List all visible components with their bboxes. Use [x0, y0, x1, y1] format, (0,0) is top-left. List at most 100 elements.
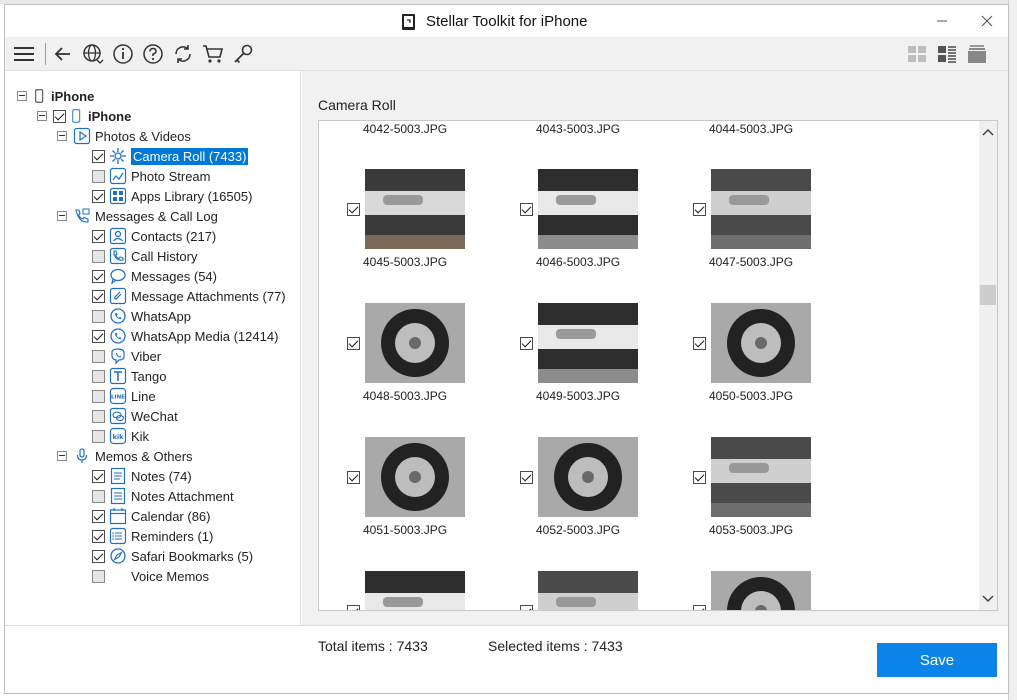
photo-gallery[interactable]: 4042-5003.JPG 4043-5003.JPG 4044-5003.JPG …: [318, 120, 998, 611]
photo-tile[interactable]: 4045-5003.JPG: [319, 169, 469, 269]
photo-checkbox[interactable]: [520, 203, 533, 216]
tree-item[interactable]: Messages (54): [92, 266, 217, 286]
stack-view-icon[interactable]: [965, 42, 989, 66]
tree-item[interactable]: LINE Line: [92, 386, 156, 406]
tree-device[interactable]: iPhone: [37, 106, 131, 126]
tree-item[interactable]: Photo Stream: [92, 166, 211, 186]
photo-tile[interactable]: 4052-5003.JPG: [492, 437, 642, 537]
photo-tile[interactable]: 4051-5003.JPG: [319, 437, 469, 537]
device-checkbox[interactable]: [53, 109, 66, 123]
back-icon[interactable]: [51, 42, 75, 66]
globe-icon[interactable]: [81, 42, 105, 66]
help-icon[interactable]: [141, 42, 165, 66]
tree-item[interactable]: Calendar (86): [92, 506, 211, 526]
tree-item[interactable]: Notes Attachment: [92, 486, 234, 506]
item-checkbox[interactable]: [92, 409, 105, 423]
photo-tile[interactable]: 4049-5003.JPG: [492, 303, 642, 403]
tree-item[interactable]: Message Attachments (77): [92, 286, 286, 306]
tree-item[interactable]: Notes (74): [92, 466, 192, 486]
tree-item[interactable]: Reminders (1): [92, 526, 213, 546]
scroll-up-icon[interactable]: [979, 125, 997, 141]
item-checkbox[interactable]: [92, 469, 105, 483]
tree-item[interactable]: WeChat: [92, 406, 178, 426]
scrollbar-thumb[interactable]: [980, 285, 996, 305]
photo-tile[interactable]: 4048-5003.JPG: [319, 303, 469, 403]
item-checkbox[interactable]: [92, 569, 105, 583]
photo-thumbnail[interactable]: [365, 571, 465, 611]
save-button[interactable]: Save: [877, 643, 997, 677]
photo-tile-partial[interactable]: [492, 571, 642, 611]
refresh-icon[interactable]: [171, 42, 195, 66]
tree-item[interactable]: Apps Library (16505): [92, 186, 252, 206]
item-checkbox[interactable]: [92, 489, 105, 503]
item-checkbox[interactable]: [92, 249, 105, 263]
collapse-group-toggle[interactable]: [57, 131, 67, 141]
tree-group[interactable]: Memos & Others: [57, 446, 193, 466]
photo-checkbox[interactable]: [693, 471, 706, 484]
collapse-root-toggle[interactable]: [17, 91, 27, 101]
photo-checkbox[interactable]: [693, 605, 706, 610]
item-checkbox[interactable]: [92, 369, 105, 383]
list-view-icon[interactable]: [935, 42, 959, 66]
item-checkbox[interactable]: [92, 349, 105, 363]
item-checkbox[interactable]: [92, 309, 105, 323]
photo-thumbnail[interactable]: [365, 169, 465, 249]
tree-item[interactable]: Viber: [92, 346, 161, 366]
photo-checkbox[interactable]: [693, 203, 706, 216]
photo-checkbox[interactable]: [347, 471, 360, 484]
photo-checkbox[interactable]: [347, 605, 360, 610]
photo-checkbox[interactable]: [520, 337, 533, 350]
menu-icon[interactable]: [12, 42, 36, 66]
item-checkbox[interactable]: [92, 229, 105, 243]
item-checkbox[interactable]: [92, 509, 105, 523]
tree-item[interactable]: Call History: [92, 246, 197, 266]
vertical-scrollbar[interactable]: [979, 121, 997, 610]
cart-icon[interactable]: [201, 42, 225, 66]
photo-checkbox[interactable]: [520, 471, 533, 484]
item-checkbox[interactable]: [92, 429, 105, 443]
item-checkbox[interactable]: [92, 269, 105, 283]
photo-checkbox[interactable]: [520, 605, 533, 610]
item-checkbox[interactable]: [92, 149, 105, 163]
photo-thumbnail[interactable]: [365, 303, 465, 383]
item-checkbox[interactable]: [92, 329, 105, 343]
close-button[interactable]: [976, 10, 998, 32]
item-checkbox[interactable]: [92, 549, 105, 563]
tree-item[interactable]: Tango: [92, 366, 166, 386]
tree-root[interactable]: iPhone: [17, 86, 94, 106]
photo-thumbnail[interactable]: [711, 437, 811, 517]
key-icon[interactable]: [231, 42, 255, 66]
photo-tile[interactable]: 4053-5003.JPG: [665, 437, 815, 537]
tree-item[interactable]: Safari Bookmarks (5): [92, 546, 253, 566]
item-checkbox[interactable]: [92, 169, 105, 183]
collapse-device-toggle[interactable]: [37, 111, 47, 121]
photo-thumbnail[interactable]: [711, 571, 811, 611]
tree-group[interactable]: Photos & Videos: [57, 126, 191, 146]
collapse-group-toggle[interactable]: [57, 451, 67, 461]
collapse-group-toggle[interactable]: [57, 211, 67, 221]
scroll-down-icon[interactable]: [979, 590, 997, 606]
photo-checkbox[interactable]: [693, 337, 706, 350]
photo-thumbnail[interactable]: [711, 303, 811, 383]
photo-thumbnail[interactable]: [365, 437, 465, 517]
tree-item[interactable]: Contacts (217): [92, 226, 216, 246]
photo-thumbnail[interactable]: [538, 437, 638, 517]
photo-tile-partial[interactable]: [665, 571, 815, 611]
grid-view-icon[interactable]: [905, 42, 929, 66]
minimize-button[interactable]: [931, 10, 953, 32]
photo-tile[interactable]: 4050-5003.JPG: [665, 303, 815, 403]
tree-item[interactable]: WhatsApp: [92, 306, 191, 326]
tree-item[interactable]: kik Kik: [92, 426, 149, 446]
photo-checkbox[interactable]: [347, 203, 360, 216]
photo-checkbox[interactable]: [347, 337, 360, 350]
item-checkbox[interactable]: [92, 389, 105, 403]
item-checkbox[interactable]: [92, 189, 105, 203]
tree-group[interactable]: Messages & Call Log: [57, 206, 218, 226]
item-checkbox[interactable]: [92, 529, 105, 543]
info-icon[interactable]: [111, 42, 135, 66]
photo-thumbnail[interactable]: [538, 571, 638, 611]
photo-thumbnail[interactable]: [711, 169, 811, 249]
photo-tile[interactable]: 4046-5003.JPG: [492, 169, 642, 269]
photo-tile[interactable]: 4047-5003.JPG: [665, 169, 815, 269]
photo-thumbnail[interactable]: [538, 169, 638, 249]
